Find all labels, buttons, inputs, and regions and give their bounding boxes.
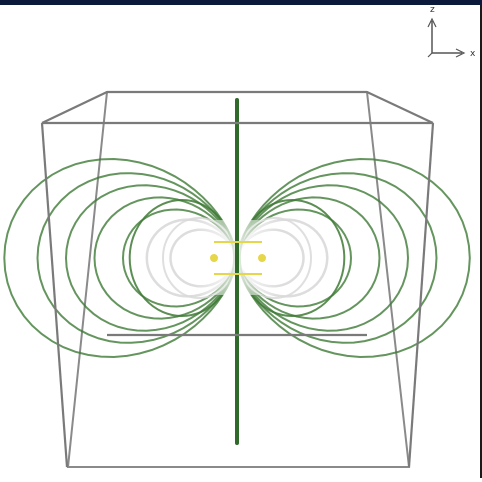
x-axis-label: x <box>470 49 476 59</box>
coil-left-end <box>210 254 218 262</box>
y-axis-line <box>427 52 433 58</box>
scene-svg: z x <box>3 5 476 468</box>
box-top-left-edge <box>41 91 108 124</box>
z-axis-label: z <box>430 5 435 15</box>
box-top-right-edge <box>366 91 434 124</box>
coil-right-end <box>258 254 266 262</box>
axes-triad: z x <box>427 5 476 59</box>
3d-viewport[interactable]: z x <box>0 5 480 478</box>
